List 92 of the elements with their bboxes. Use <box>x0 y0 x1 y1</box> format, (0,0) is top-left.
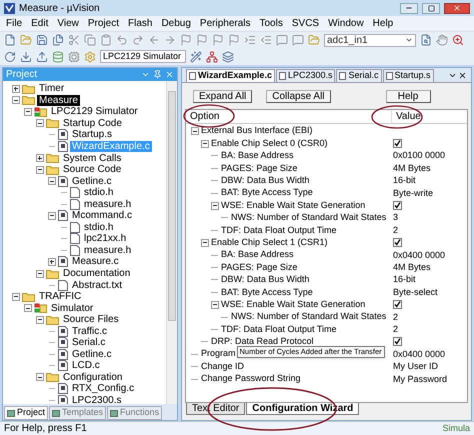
option-label: PAGES: Page Size <box>221 162 298 173</box>
column-header[interactable]: Value <box>392 110 467 123</box>
option-value[interactable]: Byte-write <box>393 188 434 199</box>
editor-tab[interactable]: Startup.s <box>382 69 434 82</box>
tree-item[interactable]: LCD.c <box>70 360 102 372</box>
panel-tab[interactable]: Functions <box>107 406 162 420</box>
tree-item[interactable]: Startup Code <box>61 118 124 129</box>
menu-item[interactable]: View <box>57 16 79 31</box>
toolbar-button[interactable]: Expand All <box>193 90 252 102</box>
tree-item[interactable]: System Calls <box>61 152 124 164</box>
menu-item[interactable]: Flash <box>128 16 152 31</box>
option-label: DRP: Data Read Protocol <box>211 336 314 346</box>
option-value[interactable]: Byte-select <box>393 286 438 298</box>
menu-item[interactable]: Help <box>372 16 394 31</box>
tree-item[interactable]: Documentation <box>61 268 132 280</box>
option-label: BA: Base Address <box>221 150 294 160</box>
option-label: WSE: Enable Wait State Generation <box>221 298 366 309</box>
option-value[interactable]: 0x0400 0000 <box>393 348 446 360</box>
option-value[interactable]: 2 <box>393 324 398 335</box>
option-label: External Bus Interface (EBI) <box>201 125 313 136</box>
menu-item[interactable]: Debug <box>161 16 191 31</box>
tree-item[interactable]: Timer <box>37 83 66 94</box>
option-label: NWS: Number of Standard Wait States <box>231 212 386 222</box>
option-value[interactable]: My User ID <box>393 361 438 372</box>
panel-title: Project <box>6 68 38 82</box>
status-text: For Help, press F1 <box>4 422 88 435</box>
tree-item[interactable]: RTX_Config.c <box>70 383 136 394</box>
option-label: DBW: Data Bus Width <box>221 274 310 284</box>
option-label: DBW: Data Bus Width <box>221 175 310 186</box>
window-title: Measure - µVision <box>19 2 101 16</box>
status-mode: Simula <box>442 422 470 435</box>
editor-tab[interactable]: Serial.c <box>336 69 382 82</box>
option-label: PAGES: Page Size <box>221 262 298 272</box>
tree-item[interactable]: Getline.c <box>70 176 114 187</box>
option-value[interactable]: 16-bit <box>393 274 416 286</box>
tree-item[interactable]: stdio.h <box>82 187 116 198</box>
tree-item[interactable]: Startup.s <box>70 129 114 140</box>
tree-item[interactable]: Simulator <box>49 302 96 314</box>
tree-item[interactable]: measure.h <box>82 244 134 256</box>
option-value[interactable]: 2 <box>393 224 398 236</box>
option-value[interactable]: My Password <box>393 374 448 384</box>
tree-item[interactable]: LPC2300.s <box>70 395 124 404</box>
menu-item[interactable]: Project <box>88 16 119 31</box>
option-label: Change ID <box>201 360 244 371</box>
menu-item[interactable]: File <box>6 16 22 31</box>
option-value[interactable]: 3 <box>393 212 398 224</box>
option-label: Change Password String <box>201 373 301 384</box>
option-label: Enable Chip Select 1 (CSR1) <box>211 236 328 247</box>
tree-item[interactable]: TRAFFIC <box>37 291 84 302</box>
panel-tab[interactable]: Project <box>4 406 48 420</box>
tree-item[interactable]: lpc21xx.h <box>82 233 128 244</box>
option-value[interactable]: 4M Bytes <box>393 262 431 273</box>
tree-item[interactable]: Measure.c <box>70 256 121 268</box>
option-label: Program <box>201 348 236 358</box>
option-label: NWS: Number of Standard Wait States <box>231 311 386 322</box>
editor-tab[interactable]: WizardExample.c <box>186 69 275 82</box>
menu-item[interactable]: Window <box>328 16 364 31</box>
option-label: BAT: Byte Access Type <box>221 286 313 297</box>
option-label: BAT: Byte Access Type <box>221 187 313 198</box>
tree-item[interactable]: Getline.c <box>70 348 114 360</box>
target-combo[interactable]: LPC2129 Simulator <box>100 50 186 63</box>
menu-item[interactable]: Edit <box>31 16 48 31</box>
menu-item[interactable]: SVCS <box>292 16 320 31</box>
option-value[interactable]: 0x0400 0000 <box>393 250 446 261</box>
editor-tab[interactable]: LPC2300.s <box>276 69 336 82</box>
toolbar-button[interactable]: Help <box>386 90 431 102</box>
menu-item[interactable]: Peripherals <box>200 16 250 31</box>
find-combo[interactable]: adc1_in1 <box>324 34 416 46</box>
option-value[interactable]: 0x0100 0000 <box>393 150 446 162</box>
panel-tab[interactable]: Templates <box>49 406 106 420</box>
option-label: Enable Chip Select 0 (CSR0) <box>211 138 328 148</box>
tree-item[interactable]: Source Files <box>61 314 121 326</box>
tree-item[interactable]: Traffic.c <box>70 326 110 337</box>
tree-item[interactable]: measure.h <box>82 198 134 210</box>
option-value[interactable]: 16-bit <box>393 175 416 186</box>
tree-item[interactable]: Abstract.txt <box>70 280 124 291</box>
tree-item[interactable]: LPC2129 Simulator <box>49 106 140 118</box>
tree-item[interactable]: stdio.h <box>82 222 116 233</box>
option-value[interactable]: 4M Bytes <box>393 162 431 174</box>
option-value[interactable]: 2 <box>393 312 398 323</box>
toolbar-button[interactable]: Collapse All <box>266 90 331 102</box>
option-label: TDF: Data Float Output Time <box>221 224 337 235</box>
tree-item[interactable]: Measure <box>37 94 80 106</box>
tree-item[interactable]: Source Code <box>61 164 124 176</box>
tree-item[interactable]: Serial.c <box>70 337 108 348</box>
tree-item[interactable]: Configuration <box>61 372 124 383</box>
menu-item[interactable]: Tools <box>260 16 283 31</box>
tree-item[interactable]: Mcommand.c <box>70 210 134 222</box>
option-label: BA: Base Address <box>221 249 294 260</box>
option-label: TDF: Data Float Output Time <box>221 324 337 334</box>
option-label: WSE: Enable Wait State Generation <box>221 200 366 210</box>
column-header[interactable]: Option <box>186 110 392 123</box>
